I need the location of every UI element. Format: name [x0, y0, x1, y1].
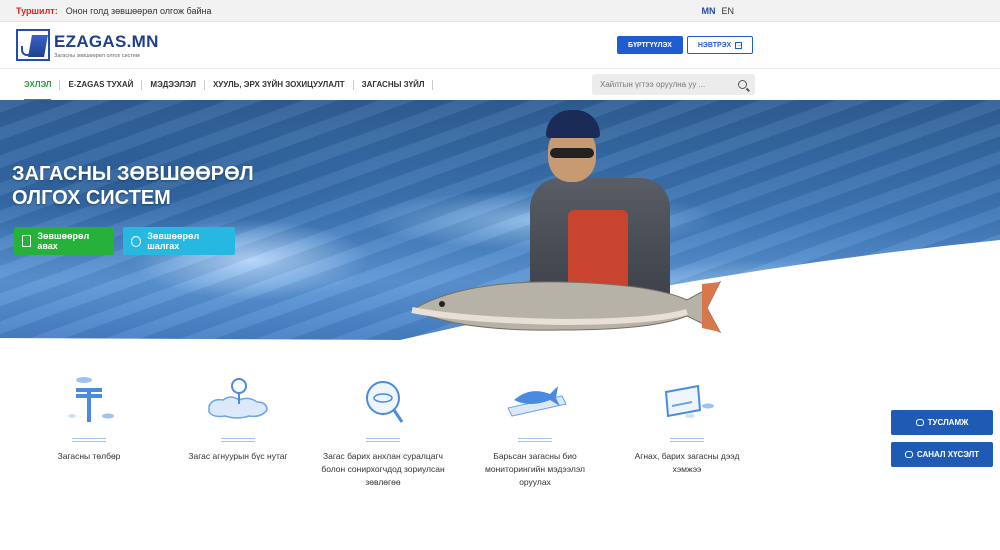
site-logo[interactable]: EZAGAS.MN Загасны зөвшөөрөл олгох систем: [16, 29, 159, 61]
notice-text: Онон голд зөвшөөрөл олгож байна: [65, 5, 212, 16]
tugrik-fish-icon: [54, 372, 124, 432]
service-fishing-zones[interactable]: Загас агнуурын бүс нутаг: [173, 372, 303, 463]
logo-title: EZAGAS.MN: [54, 31, 159, 51]
nav-divider: [432, 79, 434, 90]
feedback-button[interactable]: САНАЛ ХҮСЭЛТ: [891, 442, 993, 467]
logo-subtitle: Загасны зөвшөөрөл олгох систем: [54, 52, 140, 59]
service-max-size[interactable]: Агнах, барих загасны дээд хэмжээ: [622, 372, 752, 476]
hero-title: ЗАГАСНЫ ЗӨВШӨӨРӨЛ ОЛГОХ СИСТЕМ: [12, 162, 254, 210]
service-beginner-advice[interactable]: Загас барих анхлан суралцагч болон сонир…: [318, 372, 448, 489]
nav-item-news[interactable]: МЭДЭЭЛЭЛ: [142, 69, 204, 101]
search-placeholder: Хайлтын үгтээ оруулна уу ...: [600, 80, 706, 89]
hero-banner: ЗАГАСНЫ ЗӨВШӨӨРӨЛ ОЛГОХ СИСТЕМ Зөвшөөрөл…: [0, 100, 1000, 360]
header: EZAGAS.MN Загасны зөвшөөрөл олгох систем…: [0, 22, 1000, 68]
get-permit-button[interactable]: Зөвшөөрөл авах: [14, 227, 114, 255]
hero-title-line2: ОЛГОХ СИСТЕМ: [12, 187, 171, 209]
search-input[interactable]: Хайлтын үгтээ оруулна уу ...: [592, 74, 755, 95]
service-label: Загасны төлбөр: [57, 451, 121, 461]
feedback-label: САНАЛ ХҮСЭЛТ: [916, 450, 980, 459]
notice-label: Туршилт:: [16, 5, 58, 16]
lang-en-link[interactable]: EN: [721, 6, 734, 16]
check-permit-label: Зөвшөөрөл шалгах: [147, 231, 200, 251]
service-label: Загас агнуурын бүс нутаг: [188, 451, 288, 461]
nav-item-home[interactable]: ЭХЛЭЛ: [16, 69, 59, 101]
lang-mn-link[interactable]: MN: [701, 6, 715, 16]
document-icon: [22, 235, 32, 247]
logo-fish-icon: [16, 29, 50, 61]
nav-item-species[interactable]: ЗАГАСНЫ ЗҮЙЛ: [354, 69, 433, 101]
service-label: Агнах, барих загасны дээд хэмжээ: [634, 451, 740, 474]
check-circle-icon: [131, 235, 142, 247]
topbar: Туршилт: Онон голд зөвшөөрөл олгож байна…: [0, 0, 1000, 22]
check-permit-button[interactable]: Зөвшөөрөл шалгах: [123, 227, 235, 255]
service-fish-fee[interactable]: Загасны төлбөр: [24, 372, 154, 463]
main-nav: ЭХЛЭЛ E-ZAGAS ТУХАЙ МЭДЭЭЛЭЛ ХУУЛЬ, ЭРХ …: [0, 68, 1000, 101]
board-fish-icon: [652, 372, 722, 432]
search-icon[interactable]: [738, 80, 747, 89]
login-button[interactable]: НЭВТРЭХ →: [687, 36, 753, 54]
fish-ruler-icon: [500, 372, 570, 432]
help-label: ТУСЛАМЖ: [927, 418, 969, 427]
nav-item-about[interactable]: E-ZAGAS ТУХАЙ: [60, 69, 141, 101]
register-button[interactable]: БҮРТГҮҮЛЭХ: [617, 36, 683, 54]
chat-icon: [915, 419, 924, 426]
hero-title-line1: ЗАГАСНЫ ЗӨВШӨӨРӨЛ: [12, 163, 254, 185]
map-pin-icon: [203, 372, 273, 432]
nav-item-law[interactable]: ХУУЛЬ, ЭРХ ЗҮЙН ЗОХИЦУУЛАЛТ: [205, 69, 353, 101]
service-bio-monitoring[interactable]: Барьсан загасны био мониторингийн мэдээл…: [470, 372, 600, 489]
login-label: НЭВТРЭХ: [697, 41, 732, 49]
help-button[interactable]: ТУСЛАМЖ: [891, 410, 993, 435]
taimen-fish-image: [410, 280, 722, 334]
service-label: Загас барих анхлан суралцагч болон сонир…: [321, 451, 445, 487]
service-label: Барьсан загасны био мониторингийн мэдээл…: [485, 451, 585, 487]
chat-icon: [904, 451, 913, 458]
get-permit-label: Зөвшөөрөл авах: [37, 231, 90, 251]
language-switch: MN EN: [701, 6, 734, 16]
login-arrow-icon: →: [735, 41, 743, 49]
magnifier-fish-icon: [348, 372, 418, 432]
